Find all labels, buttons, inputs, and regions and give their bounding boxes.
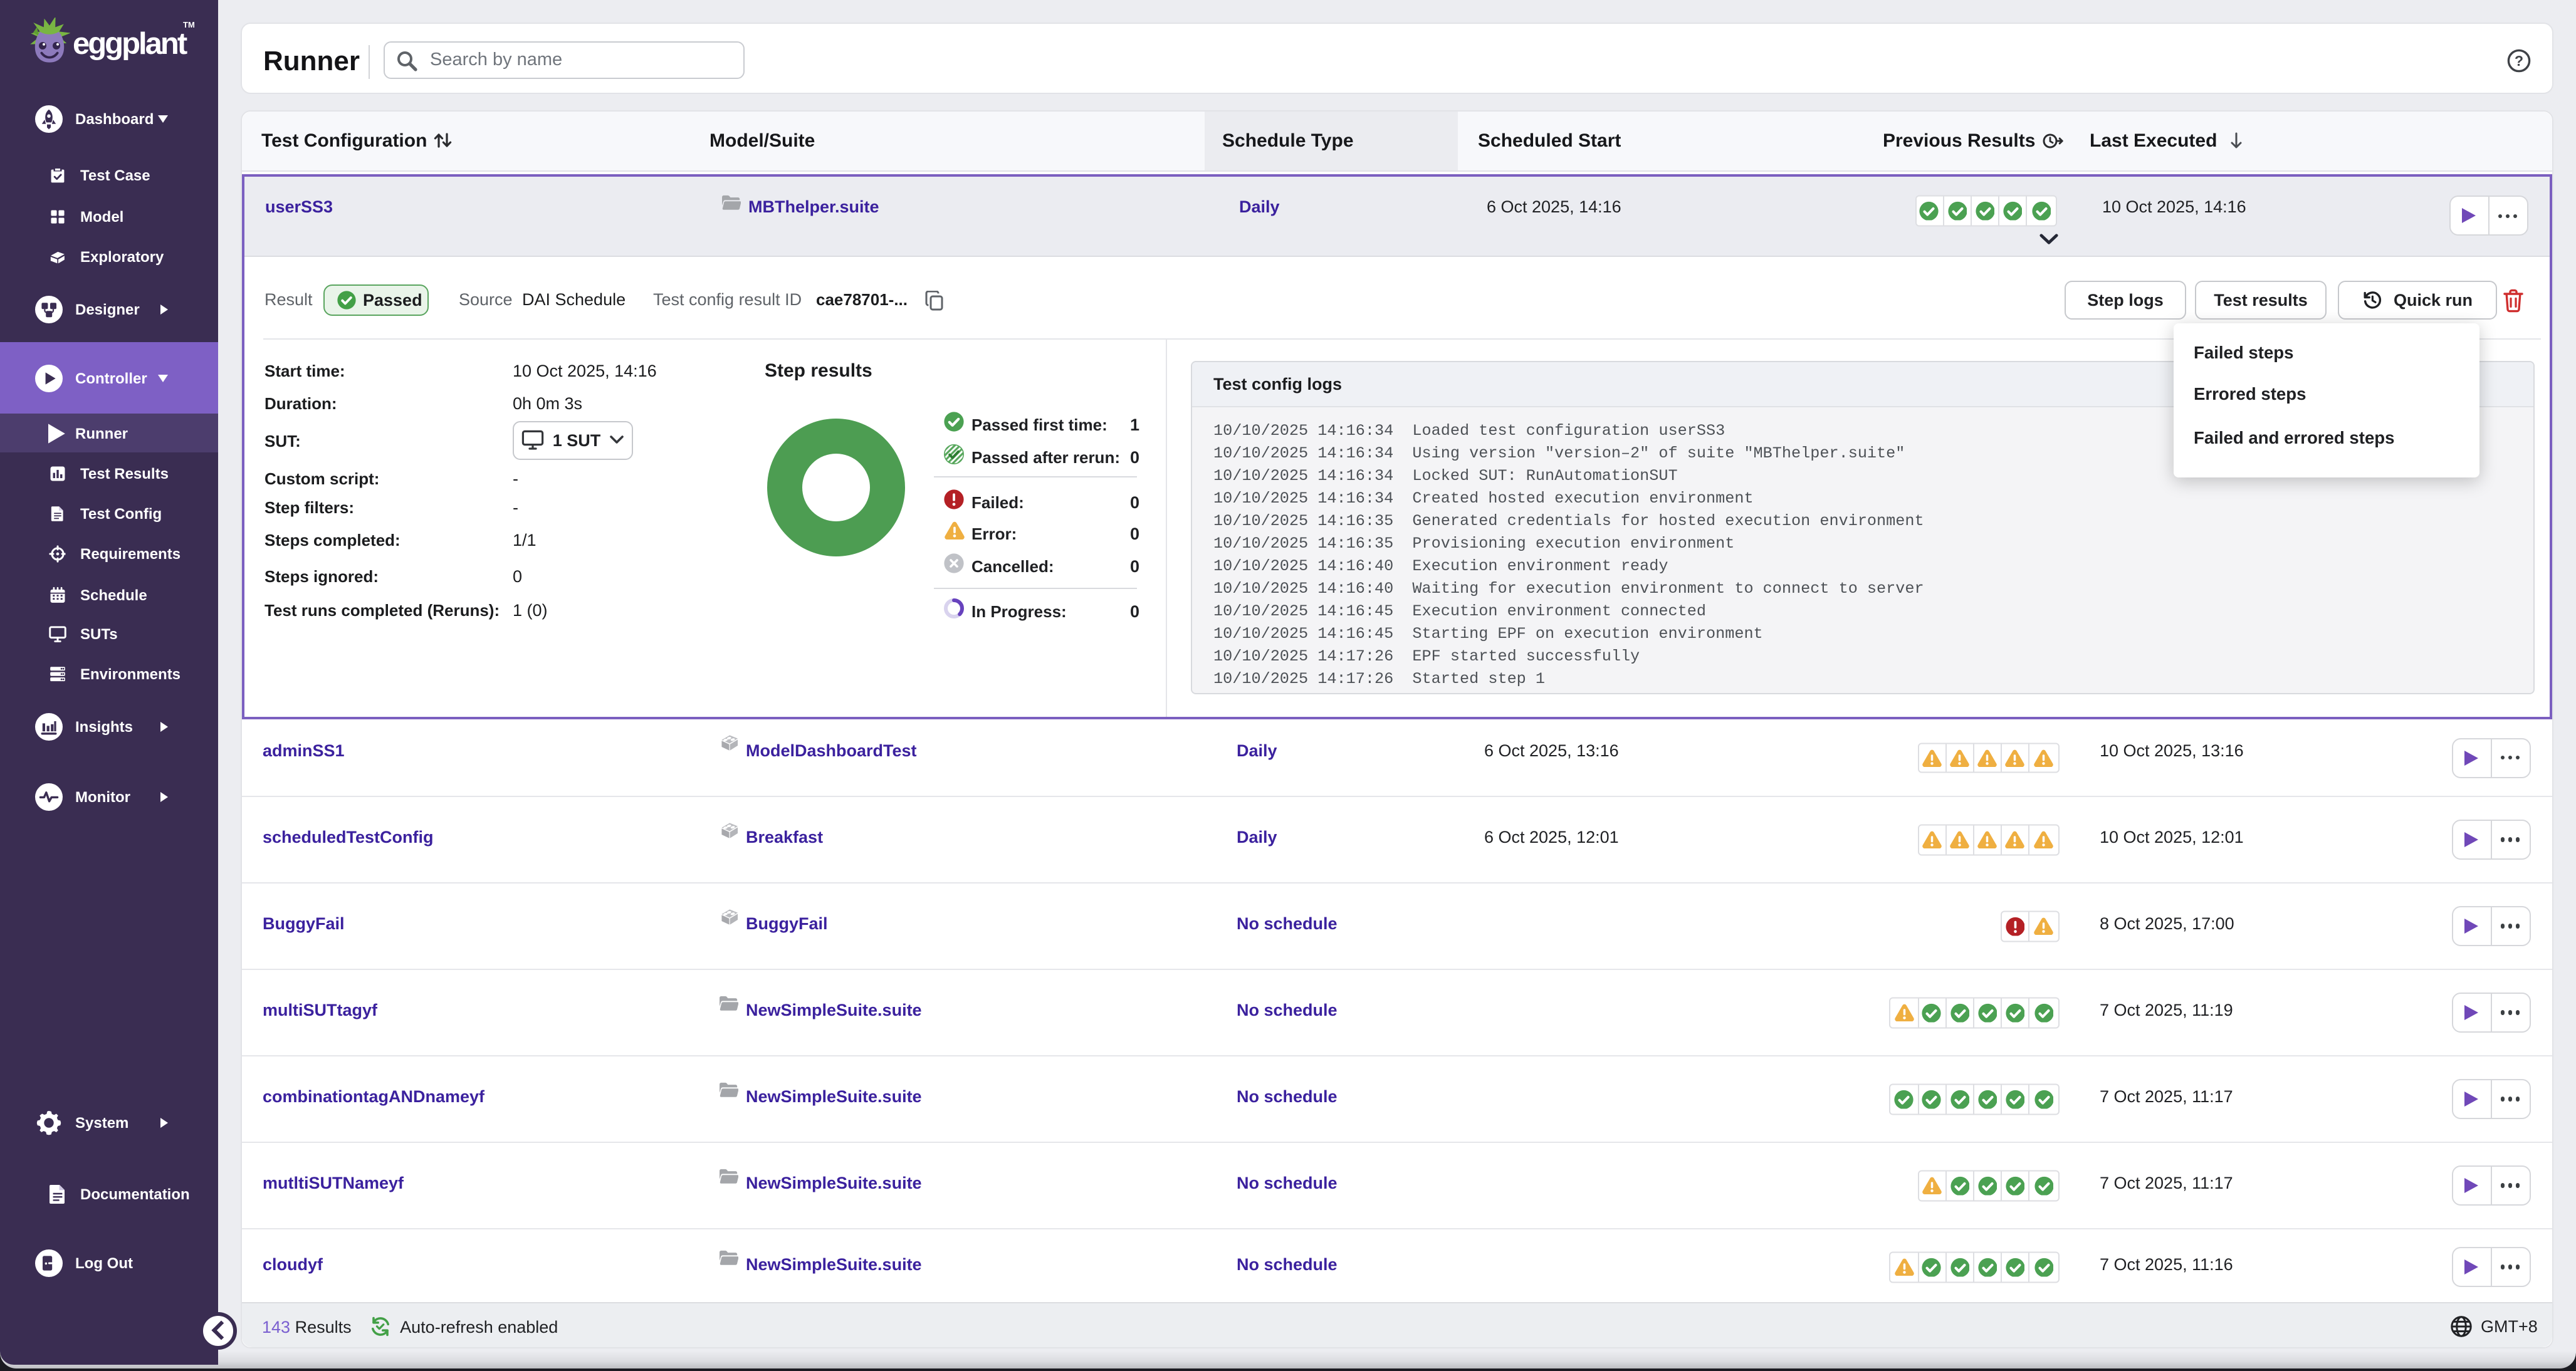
svg-text:?: ? <box>2515 52 2523 68</box>
